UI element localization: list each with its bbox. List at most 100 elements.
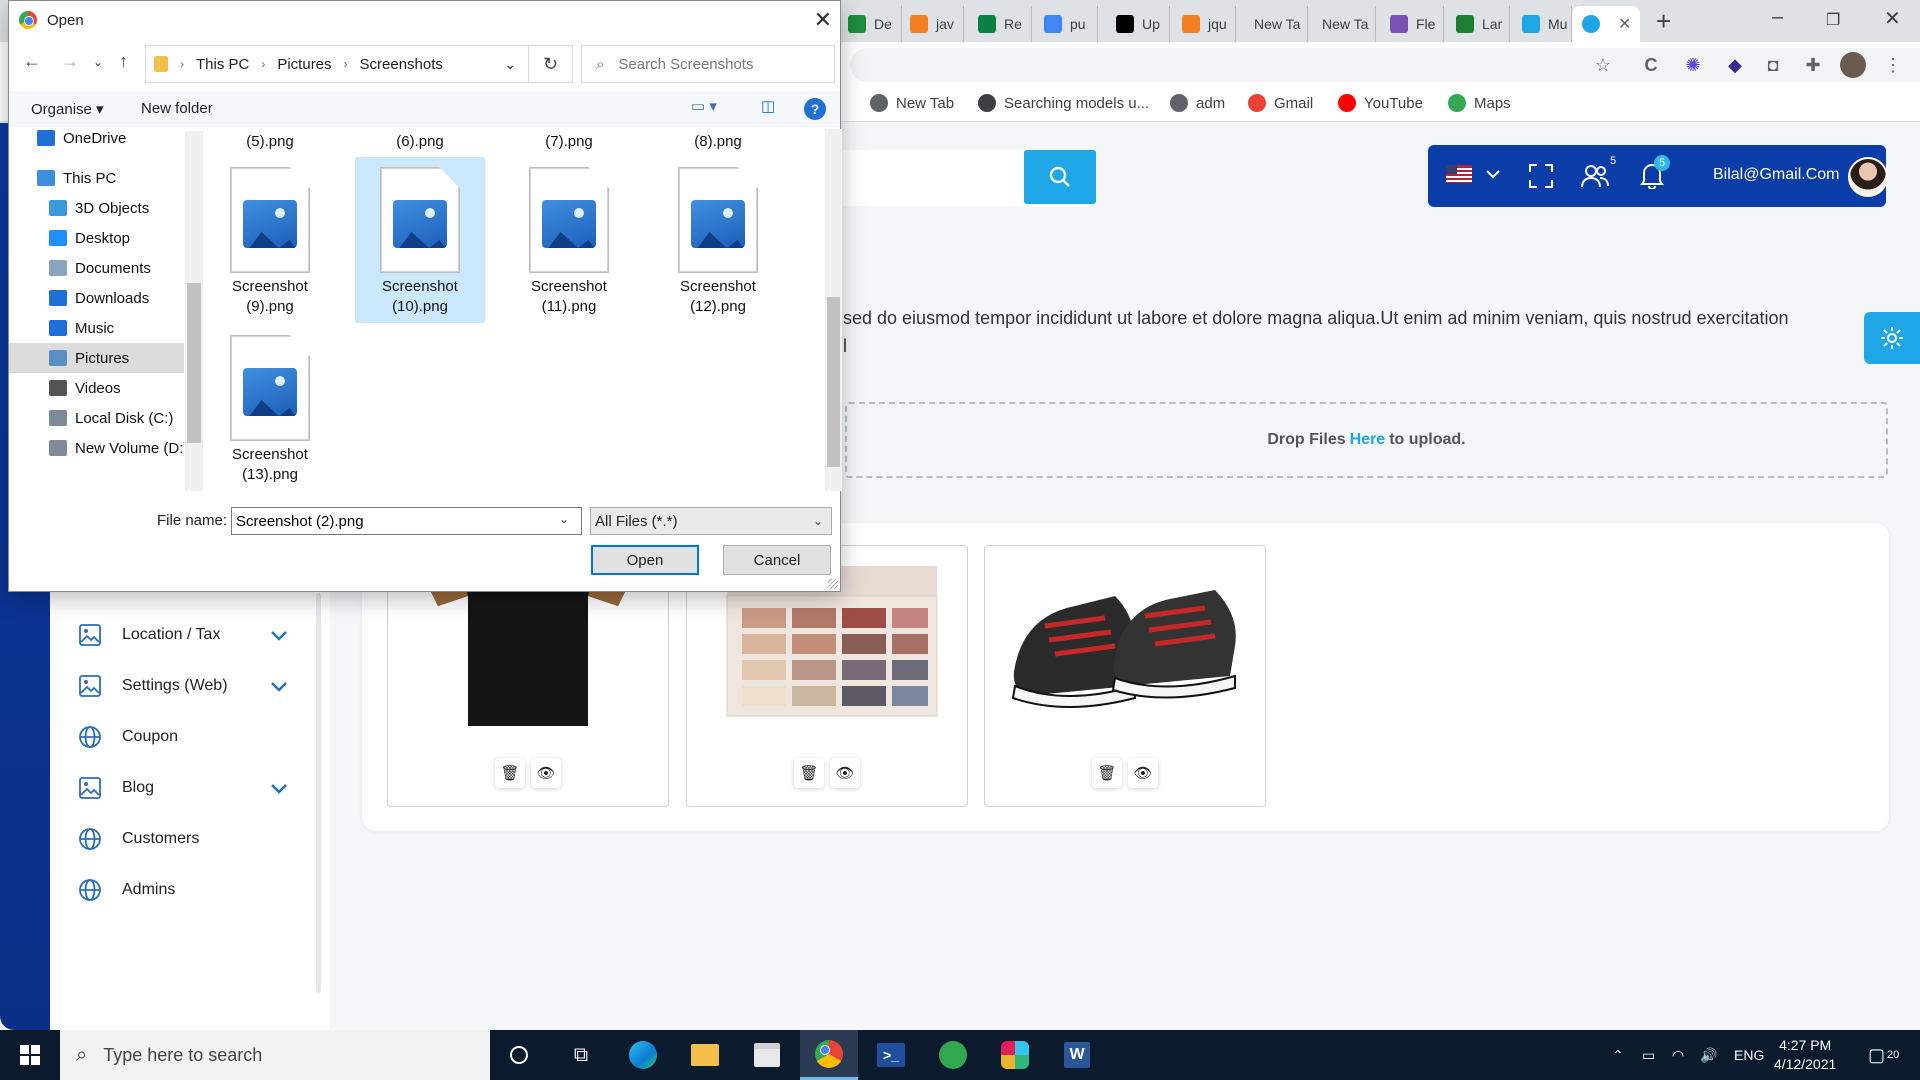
recent-dropdown-icon[interactable]: ⌄ <box>93 55 103 69</box>
close-tab-icon[interactable]: ✕ <box>1618 14 1631 34</box>
file-item-label[interactable]: (6).png <box>360 133 480 150</box>
new-tab-icon[interactable]: + <box>1656 6 1671 37</box>
battery-icon[interactable]: ▭ <box>1642 1030 1655 1080</box>
atom-icon[interactable] <box>924 1030 982 1080</box>
language-selector[interactable] <box>1446 165 1500 183</box>
tree-item[interactable]: Documents <box>9 253 184 283</box>
help-icon[interactable]: ? <box>804 98 826 120</box>
browser-tab[interactable]: New Ta <box>1310 6 1376 42</box>
breadcrumb-pictures[interactable]: Pictures <box>277 56 331 73</box>
chrome-taskbar-icon[interactable] <box>800 1030 858 1080</box>
tree-item[interactable]: Videos <box>9 373 184 403</box>
tree-item[interactable]: New Volume (D:) <box>9 433 184 463</box>
search-field[interactable]: ⌕ Search Screenshots <box>581 45 835 83</box>
dropzone-link[interactable]: Here <box>1350 431 1386 449</box>
sidebar-item[interactable]: Customers <box>78 827 199 851</box>
bookmark-star-icon[interactable]: ☆ <box>1590 52 1616 78</box>
fullscreen-icon[interactable] <box>1528 163 1554 189</box>
refresh-icon[interactable]: ↻ <box>529 45 573 83</box>
settings-gear-button[interactable] <box>1864 312 1920 364</box>
file-item[interactable]: Screenshot (13).png <box>205 325 335 491</box>
delete-button[interactable]: 🗑 <box>495 758 525 788</box>
new-folder-button[interactable]: New folder <box>141 100 213 117</box>
file-type-select[interactable]: All Files (*.*) ⌄ <box>590 507 832 535</box>
user-email[interactable]: Bilal@Gmail.Com <box>1713 166 1839 184</box>
extension-cap-icon[interactable]: ◆ <box>1722 52 1748 78</box>
browser-tab[interactable]: pu <box>1032 6 1098 42</box>
file-item[interactable]: Screenshot (12).png <box>653 157 783 323</box>
search-button[interactable] <box>1024 150 1096 204</box>
file-item-label[interactable]: (8).png <box>658 133 778 150</box>
resize-grip-icon[interactable] <box>828 579 838 589</box>
file-explorer-icon[interactable] <box>676 1030 734 1080</box>
browser-tab[interactable]: Re <box>966 6 1032 42</box>
minimize-icon[interactable]: – <box>1772 6 1783 29</box>
extensions-puzzle-icon[interactable]: ✚ <box>1800 52 1826 78</box>
view-button[interactable]: 👁 <box>830 758 860 788</box>
view-button[interactable]: 👁 <box>1128 758 1158 788</box>
browser-tab[interactable]: New Ta <box>1242 6 1308 42</box>
bookmark-item[interactable]: New Tab <box>870 94 954 112</box>
tree-item[interactable]: Desktop <box>9 223 184 253</box>
back-arrow-icon[interactable]: ← <box>23 51 41 72</box>
file-item-label[interactable]: (5).png <box>210 133 330 150</box>
show-hidden-icons[interactable]: ⌃ <box>1612 1030 1624 1080</box>
breadcrumb-this-pc[interactable]: This PC <box>196 56 249 73</box>
chevron-down-icon[interactable] <box>270 629 288 646</box>
avatar[interactable] <box>1848 157 1888 197</box>
preview-pane-icon[interactable]: ◫ <box>761 97 775 115</box>
store-icon[interactable] <box>738 1030 796 1080</box>
file-item[interactable]: Screenshot (9).png <box>205 157 335 323</box>
notification-bell-icon[interactable]: 5 <box>1640 155 1670 189</box>
task-view-icon[interactable]: ⧉ <box>552 1030 610 1080</box>
sidebar-item[interactable]: Admins <box>78 878 175 902</box>
browser-tab[interactable]: Mu <box>1510 6 1572 42</box>
nav-scrollbar[interactable] <box>185 131 203 491</box>
edge-icon[interactable] <box>614 1030 672 1080</box>
extension-c-icon[interactable]: C <box>1638 52 1664 78</box>
breadcrumb-screenshots[interactable]: Screenshots <box>360 56 443 73</box>
notification-center-icon[interactable]: ▢ 20 <box>1868 1030 1899 1080</box>
forward-arrow-icon[interactable]: → <box>61 51 79 72</box>
camera-icon[interactable]: ◘ <box>1760 52 1786 78</box>
slack-icon[interactable] <box>986 1030 1044 1080</box>
tree-item[interactable]: OneDrive <box>9 123 184 153</box>
tree-item[interactable]: Downloads <box>9 283 184 313</box>
sidebar-item[interactable]: Coupon <box>78 725 178 749</box>
up-arrow-icon[interactable]: ↑ <box>119 51 128 72</box>
language-indicator[interactable]: ENG <box>1734 1030 1764 1080</box>
tab-active[interactable]: ✕ <box>1572 6 1640 42</box>
filename-dropdown-icon[interactable]: ⌄ <box>559 512 569 526</box>
taskbar-search[interactable]: ⌕ Type here to search <box>60 1030 490 1080</box>
open-button[interactable]: Open <box>591 545 699 575</box>
profile-avatar[interactable] <box>1840 52 1866 78</box>
nav-scroll-thumb[interactable] <box>187 283 201 443</box>
file-scroll-thumb[interactable] <box>827 297 840 467</box>
chevron-down-icon[interactable] <box>270 782 288 799</box>
cancel-button[interactable]: Cancel <box>723 545 831 575</box>
volume-icon[interactable]: 🔊 <box>1700 1030 1717 1080</box>
chrome-menu-icon[interactable]: ⋮ <box>1880 52 1906 78</box>
users-icon[interactable]: 5 <box>1580 155 1616 189</box>
wifi-icon[interactable]: ◠ <box>1672 1030 1684 1080</box>
close-icon[interactable]: ✕ <box>814 7 832 33</box>
tree-item[interactable]: Local Disk (C:) <box>9 403 184 433</box>
bookmark-item[interactable]: Maps <box>1448 94 1511 112</box>
file-item[interactable]: Screenshot (11).png <box>504 157 634 323</box>
delete-button[interactable]: 🗑 <box>794 758 824 788</box>
bookmark-item[interactable]: Searching models u... <box>978 94 1149 112</box>
sidebar-scrollbar[interactable] <box>316 593 321 993</box>
cortana-icon[interactable] <box>490 1030 548 1080</box>
bookmark-item[interactable]: YouTube <box>1338 94 1423 112</box>
bookmark-item[interactable]: Gmail <box>1248 94 1313 112</box>
file-item[interactable]: Screenshot (10).png <box>355 157 485 323</box>
chevron-down-icon[interactable] <box>270 680 288 697</box>
delete-button[interactable]: 🗑 <box>1092 758 1122 788</box>
bookmark-item[interactable]: adm <box>1170 94 1225 112</box>
file-item-label[interactable]: (7).png <box>509 133 629 150</box>
view-options-icon[interactable]: ▭ ▾ <box>691 97 717 115</box>
sidebar-item[interactable]: Blog <box>78 776 154 800</box>
browser-tab[interactable]: jqu <box>1170 6 1236 42</box>
tree-item[interactable]: Music <box>9 313 184 343</box>
organise-button[interactable]: Organise ▾ <box>31 100 104 118</box>
